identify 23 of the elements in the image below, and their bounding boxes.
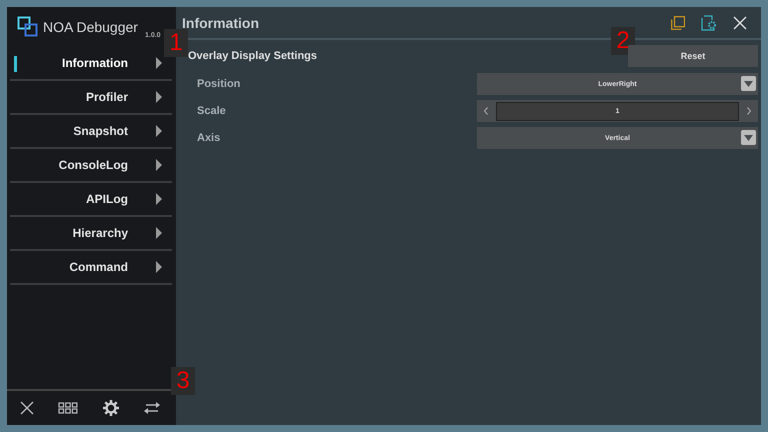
nav-item[interactable]: Profiler bbox=[10, 81, 172, 115]
grid-icon[interactable] bbox=[58, 402, 78, 414]
nav-item[interactable]: ConsoleLog bbox=[10, 149, 172, 183]
app-name: NOA Debugger bbox=[43, 19, 138, 35]
nav-item[interactable]: APILog bbox=[10, 183, 172, 217]
callout-number: 2 bbox=[611, 27, 635, 55]
reset-button[interactable]: Reset bbox=[628, 45, 758, 67]
logo-icon bbox=[17, 16, 39, 38]
nav-item[interactable]: Snapshot bbox=[10, 115, 172, 149]
section-title: Overlay Display Settings bbox=[188, 50, 317, 62]
nav-item[interactable]: Hierarchy bbox=[10, 217, 172, 251]
close-button[interactable] bbox=[18, 400, 35, 416]
swap-icon[interactable] bbox=[143, 401, 162, 415]
dropdown-arrow-icon bbox=[744, 80, 753, 86]
settings-icon[interactable] bbox=[102, 399, 120, 417]
setting-label: Position bbox=[197, 78, 242, 90]
nav-item[interactable]: Command bbox=[10, 251, 172, 285]
setting-label: Scale bbox=[197, 105, 227, 117]
setting-label: Axis bbox=[197, 132, 222, 144]
panel-title: Information bbox=[182, 14, 260, 30]
callout-number: 3 bbox=[171, 367, 195, 395]
callout-number: 1 bbox=[164, 29, 188, 57]
dropdown-arrow-icon bbox=[744, 134, 753, 140]
